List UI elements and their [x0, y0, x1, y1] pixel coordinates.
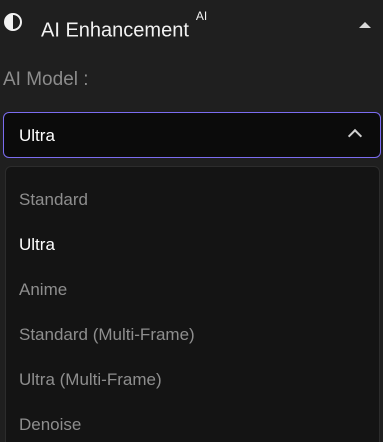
option-anime[interactable]: Anime — [19, 279, 67, 301]
ai-model-selected-value: Ultra — [19, 126, 55, 145]
option-denoise[interactable]: Denoise — [19, 414, 81, 436]
ai-enhancement-panel: AI Enhancement AI AI Model : Ultra Standa… — [0, 0, 383, 442]
ai-model-dropdown-list: Standard Ultra Anime Standard (Multi-Fra… — [5, 166, 380, 442]
option-ultra[interactable]: Ultra — [19, 234, 55, 256]
contrast-half-circle-icon — [4, 13, 22, 31]
section-header[interactable]: AI Enhancement AI — [0, 0, 383, 48]
ai-model-label: AI Model : — [3, 69, 89, 90]
chevron-up-icon — [347, 128, 363, 144]
section-title: AI Enhancement AI — [41, 9, 208, 44]
ai-model-select[interactable]: Ultra — [3, 112, 381, 158]
collapse-triangle-up-icon[interactable] — [359, 22, 371, 28]
section-title-text: AI Enhancement — [41, 19, 189, 42]
ai-badge: AI — [195, 9, 208, 23]
option-standard-multi-frame[interactable]: Standard (Multi-Frame) — [19, 324, 195, 346]
option-ultra-multi-frame[interactable]: Ultra (Multi-Frame) — [19, 369, 162, 391]
option-standard[interactable]: Standard — [19, 189, 88, 211]
